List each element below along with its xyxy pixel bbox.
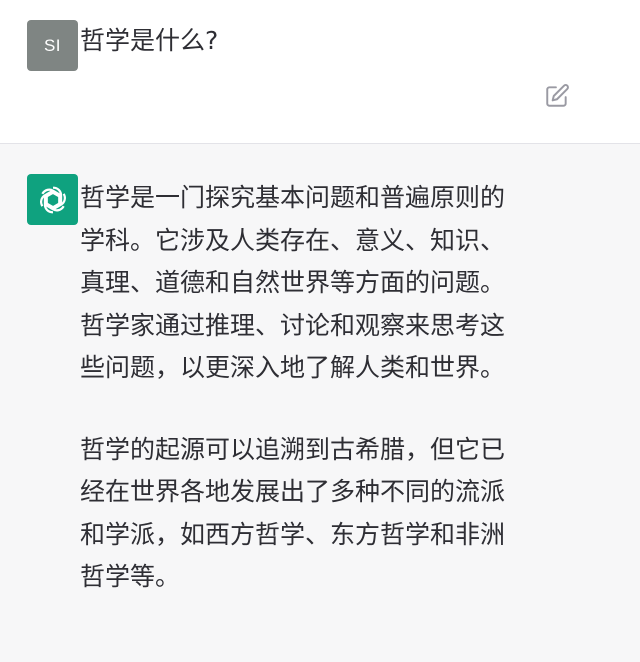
assistant-avatar <box>27 174 78 225</box>
user-message-text: 哲学是什么? <box>80 26 219 55</box>
assistant-paragraph-2: 哲学的起源可以追溯到古希腊，但它已 经在世界各地发展出了多种不同的流派 和学派，… <box>80 434 506 592</box>
edit-icon <box>546 84 569 107</box>
assistant-paragraph-1: 哲学是一门探究基本问题和普遍原则的 学科。它涉及人类存在、意义、知识、 真理、道… <box>80 183 506 382</box>
user-avatar: SI <box>27 20 78 71</box>
user-message-block: SI 哲学是什么? <box>0 0 640 144</box>
edit-message-button[interactable] <box>543 82 571 110</box>
openai-logo-icon <box>36 185 69 214</box>
assistant-message-block: 哲学是一门探究基本问题和普遍原则的 学科。它涉及人类存在、意义、知识、 真理、道… <box>0 144 640 662</box>
assistant-message-text: 哲学是一门探究基本问题和普遍原则的 学科。它涉及人类存在、意义、知识、 真理、道… <box>80 177 610 599</box>
